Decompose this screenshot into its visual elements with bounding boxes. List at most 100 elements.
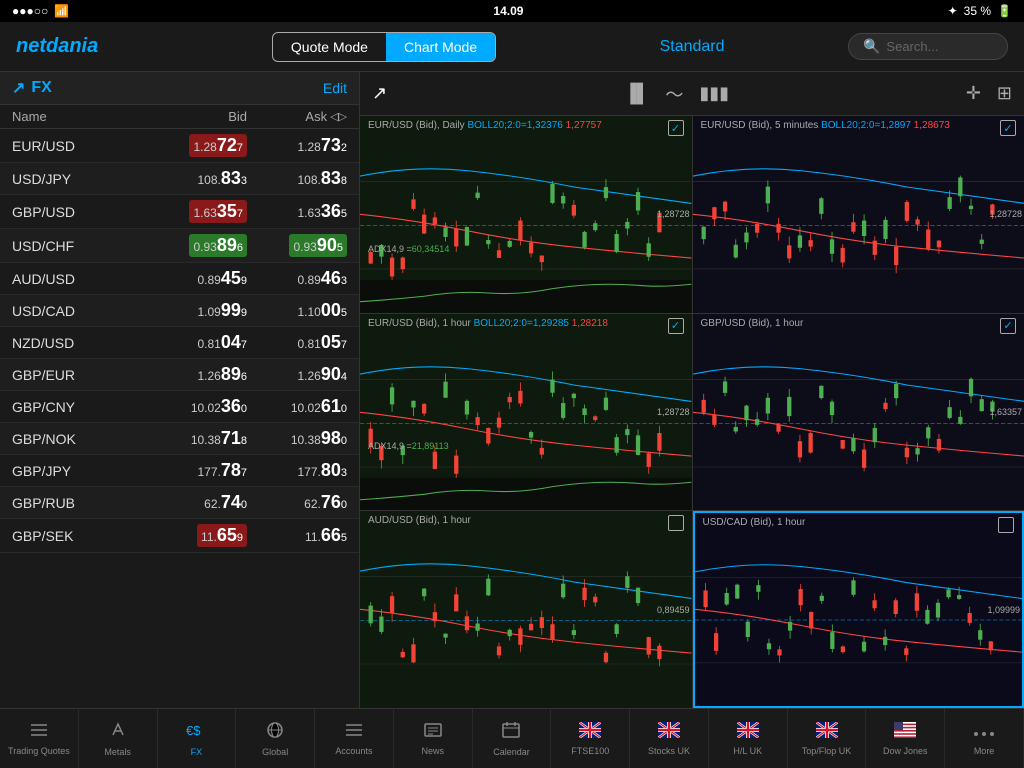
chart-cell-c2[interactable]: EUR/USD (Bid), 5 minutes BOLL20;2:0=1,28… xyxy=(693,116,1024,313)
pair-name: EUR/USD xyxy=(12,138,147,154)
nav-item-metals[interactable]: Metals xyxy=(79,709,158,768)
chart-label: USD/CAD (Bid), 1 hour xyxy=(703,517,806,528)
app-logo: netdania xyxy=(16,35,176,58)
nav-icon-ftse100 xyxy=(579,722,601,743)
nav-item-news[interactable]: News xyxy=(394,709,473,768)
ask-price: 177. 80 3 xyxy=(247,460,347,481)
quote-row[interactable]: GBP/CNY 10.02 36 0 10.02 61 0 xyxy=(0,391,359,423)
nav-label-ftse100: FTSE100 xyxy=(571,746,609,756)
nav-label-hl-uk: H/L UK xyxy=(733,746,762,756)
search-bar[interactable]: 🔍 Search... xyxy=(848,33,1008,60)
chart-checkbox[interactable] xyxy=(668,120,684,136)
col-name: Name xyxy=(12,109,147,124)
mode-toggle[interactable]: Quote Mode Chart Mode xyxy=(272,32,496,62)
nav-label-trading-quotes: Trading Quotes xyxy=(8,746,70,756)
nav-item-topflop-uk[interactable]: Top/Flop UK xyxy=(788,709,867,768)
chart-svg xyxy=(693,116,1024,313)
nav-item-ftse100[interactable]: FTSE100 xyxy=(551,709,630,768)
chart-checkbox[interactable] xyxy=(1000,120,1016,136)
chart-cell-c5[interactable]: AUD/USD (Bid), 1 hour 0,89459 xyxy=(360,511,692,708)
signal-icon: ●●●○○ xyxy=(12,4,48,18)
quote-row[interactable]: GBP/NOK 10.38 71 8 10.38 98 0 xyxy=(0,423,359,455)
quote-list: EUR/USD 1.28 72 7 1.28 73 2 USD/JPY 108.… xyxy=(0,129,359,708)
ask-arrows-icon: ◁▷ xyxy=(330,110,347,123)
ask-price: 1.26 90 4 xyxy=(247,364,347,385)
quote-row[interactable]: GBP/JPY 177. 78 7 177. 80 3 xyxy=(0,455,359,487)
chart-svg xyxy=(360,116,692,313)
chart-cell-c3[interactable]: EUR/USD (Bid), 1 hour BOLL20;2:0=1,29285… xyxy=(360,314,692,511)
left-header: FX Edit xyxy=(0,72,359,105)
crosshair-icon[interactable]: ✛ xyxy=(966,83,981,104)
ask-price: 0.89 46 3 xyxy=(247,268,347,289)
chart-checkbox[interactable] xyxy=(998,517,1014,533)
nav-item-accounts[interactable]: Accounts xyxy=(315,709,394,768)
quote-row[interactable]: USD/CAD 1.09 99 9 1.10 00 5 xyxy=(0,295,359,327)
nav-label-news: News xyxy=(421,746,444,756)
chart-mode-button[interactable]: Chart Mode xyxy=(386,33,495,61)
bid-price: 1.09 99 9 xyxy=(147,300,247,321)
pair-name: GBP/USD xyxy=(12,204,147,220)
nav-item-fx[interactable]: €$ FX xyxy=(158,709,237,768)
chart-checkbox[interactable] xyxy=(668,515,684,531)
quote-row[interactable]: GBP/RUB 62. 74 0 62. 76 0 xyxy=(0,487,359,519)
ask-price: 0.93 90 5 xyxy=(247,234,347,257)
chart-label: EUR/USD (Bid), 5 minutes BOLL20;2:0=1,28… xyxy=(701,120,950,131)
quote-row[interactable]: USD/JPY 108. 83 3 108. 83 8 xyxy=(0,163,359,195)
pair-name: GBP/JPY xyxy=(12,463,147,479)
quote-row[interactable]: GBP/SEK 11. 65 9 11. 66 5 xyxy=(0,519,359,553)
search-icon: 🔍 xyxy=(863,38,880,55)
nav-item-dow-jones[interactable]: Dow Jones xyxy=(866,709,945,768)
wave-icon[interactable]: 〜 xyxy=(665,81,683,107)
quote-row[interactable]: NZD/USD 0.81 04 7 0.81 05 7 xyxy=(0,327,359,359)
nav-label-topflop-uk: Top/Flop UK xyxy=(802,746,852,756)
nav-icon-metals xyxy=(109,721,127,744)
quote-row[interactable]: GBP/EUR 1.26 89 6 1.26 90 4 xyxy=(0,359,359,391)
bar-chart-icon[interactable]: ▐▌ xyxy=(624,83,650,104)
nav-icon-global xyxy=(265,721,285,744)
chart-label: EUR/USD (Bid), 1 hour BOLL20;2:0=1,29285… xyxy=(368,318,608,329)
grid-icon[interactable]: ⊞ xyxy=(997,83,1012,104)
nav-icon-stocks-uk xyxy=(658,722,680,743)
nav-item-more[interactable]: More xyxy=(945,709,1024,768)
svg-text:€$: €$ xyxy=(186,723,201,738)
column-chart-icon[interactable]: ▮▮▮ xyxy=(699,83,729,104)
chart-label: GBP/USD (Bid), 1 hour xyxy=(701,318,804,329)
pair-name: NZD/USD xyxy=(12,335,147,351)
nav-item-global[interactable]: Global xyxy=(236,709,315,768)
chart-checkbox[interactable] xyxy=(668,318,684,334)
nav-item-calendar[interactable]: Calendar xyxy=(473,709,552,768)
fx-label-text: FX xyxy=(31,79,51,97)
chart-label: AUD/USD (Bid), 1 hour xyxy=(368,515,471,526)
quote-row[interactable]: USD/CHF 0.93 89 6 0.93 90 5 xyxy=(0,229,359,263)
nav-icon-more xyxy=(973,722,995,743)
nav-icon-news xyxy=(423,722,443,743)
quote-row[interactable]: EUR/USD 1.28 72 7 1.28 73 2 xyxy=(0,129,359,163)
chart-cell-c6[interactable]: USD/CAD (Bid), 1 hour 1,09999 xyxy=(693,511,1024,708)
pair-name: AUD/USD xyxy=(12,271,147,287)
chart-cell-c1[interactable]: EUR/USD (Bid), Daily BOLL20;2:0=1,32376 … xyxy=(360,116,692,313)
nav-item-trading-quotes[interactable]: Trading Quotes xyxy=(0,709,79,768)
nav-item-hl-uk[interactable]: H/L UK xyxy=(709,709,788,768)
chart-svg xyxy=(360,314,692,511)
pair-name: GBP/SEK xyxy=(12,528,147,544)
chart-svg xyxy=(693,314,1024,511)
nav-item-stocks-uk[interactable]: Stocks UK xyxy=(630,709,709,768)
chart-svg xyxy=(695,513,1023,706)
chart-label: EUR/USD (Bid), Daily BOLL20;2:0=1,32376 … xyxy=(368,120,602,131)
pair-name: GBP/EUR xyxy=(12,367,147,383)
status-bar: ●●●○○ 📶 14.09 ✦ 35 % 🔋 xyxy=(0,0,1024,22)
chart-checkbox[interactable] xyxy=(1000,318,1016,334)
ask-price: 1.63 36 5 xyxy=(247,201,347,222)
expand-icon[interactable]: ↗ xyxy=(372,83,387,104)
fx-title: FX xyxy=(12,78,52,98)
quote-row[interactable]: AUD/USD 0.89 45 9 0.89 46 3 xyxy=(0,263,359,295)
quote-row[interactable]: GBP/USD 1.63 35 7 1.63 36 5 xyxy=(0,195,359,229)
chart-cell-c4[interactable]: GBP/USD (Bid), 1 hour 1,63357 xyxy=(693,314,1024,511)
nav-icon-trading-quotes xyxy=(29,722,49,743)
bid-price: 10.38 71 8 xyxy=(147,428,247,449)
edit-button[interactable]: Edit xyxy=(323,80,347,96)
quote-mode-button[interactable]: Quote Mode xyxy=(273,33,386,61)
ask-price: 11. 66 5 xyxy=(247,525,347,546)
ask-price: 62. 76 0 xyxy=(247,492,347,513)
right-panel: ↗ ▐▌ 〜 ▮▮▮ ✛ ⊞ EUR/USD (Bid), Daily BOLL… xyxy=(360,72,1024,708)
